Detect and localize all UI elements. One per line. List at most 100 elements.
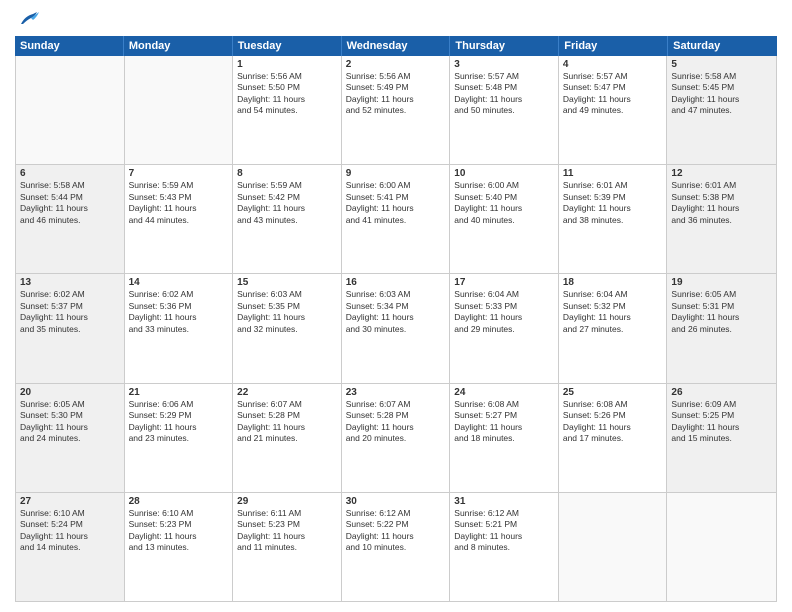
day-number: 19 [671, 277, 772, 288]
calendar: SundayMondayTuesdayWednesdayThursdayFrid… [15, 36, 777, 602]
day-number: 28 [129, 496, 229, 507]
calendar-day-cell: 7Sunrise: 5:59 AMSunset: 5:43 PMDaylight… [125, 165, 234, 273]
day-number: 17 [454, 277, 554, 288]
calendar-day-cell: 16Sunrise: 6:03 AMSunset: 5:34 PMDayligh… [342, 274, 451, 382]
day-number: 27 [20, 496, 120, 507]
calendar-header-cell: Tuesday [233, 36, 342, 56]
day-info: Sunrise: 5:59 AMSunset: 5:42 PMDaylight:… [237, 180, 337, 226]
calendar-day-cell: 1Sunrise: 5:56 AMSunset: 5:50 PMDaylight… [233, 56, 342, 164]
day-number: 13 [20, 277, 120, 288]
calendar-day-cell: 28Sunrise: 6:10 AMSunset: 5:23 PMDayligh… [125, 493, 234, 601]
day-info: Sunrise: 6:05 AMSunset: 5:30 PMDaylight:… [20, 399, 120, 445]
day-info: Sunrise: 6:07 AMSunset: 5:28 PMDaylight:… [346, 399, 446, 445]
calendar-day-cell: 11Sunrise: 6:01 AMSunset: 5:39 PMDayligh… [559, 165, 668, 273]
calendar-week-row: 1Sunrise: 5:56 AMSunset: 5:50 PMDaylight… [16, 56, 776, 165]
calendar-header-cell: Friday [559, 36, 668, 56]
calendar-week-row: 20Sunrise: 6:05 AMSunset: 5:30 PMDayligh… [16, 384, 776, 493]
day-number: 22 [237, 387, 337, 398]
day-number: 7 [129, 168, 229, 179]
day-number: 10 [454, 168, 554, 179]
day-info: Sunrise: 6:00 AMSunset: 5:40 PMDaylight:… [454, 180, 554, 226]
day-info: Sunrise: 6:08 AMSunset: 5:27 PMDaylight:… [454, 399, 554, 445]
calendar-day-cell: 20Sunrise: 6:05 AMSunset: 5:30 PMDayligh… [16, 384, 125, 492]
day-number: 14 [129, 277, 229, 288]
day-info: Sunrise: 5:59 AMSunset: 5:43 PMDaylight:… [129, 180, 229, 226]
day-number: 1 [237, 59, 337, 70]
calendar-day-cell: 26Sunrise: 6:09 AMSunset: 5:25 PMDayligh… [667, 384, 776, 492]
day-info: Sunrise: 6:10 AMSunset: 5:24 PMDaylight:… [20, 508, 120, 554]
day-number: 30 [346, 496, 446, 507]
calendar-day-cell [559, 493, 668, 601]
day-number: 2 [346, 59, 446, 70]
day-number: 23 [346, 387, 446, 398]
calendar-day-cell: 10Sunrise: 6:00 AMSunset: 5:40 PMDayligh… [450, 165, 559, 273]
header [15, 10, 777, 28]
day-info: Sunrise: 6:12 AMSunset: 5:21 PMDaylight:… [454, 508, 554, 554]
calendar-week-row: 27Sunrise: 6:10 AMSunset: 5:24 PMDayligh… [16, 493, 776, 601]
calendar-day-cell [667, 493, 776, 601]
calendar-day-cell: 29Sunrise: 6:11 AMSunset: 5:23 PMDayligh… [233, 493, 342, 601]
day-info: Sunrise: 6:10 AMSunset: 5:23 PMDaylight:… [129, 508, 229, 554]
calendar-day-cell: 4Sunrise: 5:57 AMSunset: 5:47 PMDaylight… [559, 56, 668, 164]
day-info: Sunrise: 6:04 AMSunset: 5:32 PMDaylight:… [563, 289, 663, 335]
day-info: Sunrise: 6:02 AMSunset: 5:36 PMDaylight:… [129, 289, 229, 335]
calendar-day-cell: 25Sunrise: 6:08 AMSunset: 5:26 PMDayligh… [559, 384, 668, 492]
page: SundayMondayTuesdayWednesdayThursdayFrid… [0, 0, 792, 612]
day-number: 25 [563, 387, 663, 398]
calendar-day-cell [125, 56, 234, 164]
calendar-day-cell: 23Sunrise: 6:07 AMSunset: 5:28 PMDayligh… [342, 384, 451, 492]
calendar-day-cell: 27Sunrise: 6:10 AMSunset: 5:24 PMDayligh… [16, 493, 125, 601]
day-info: Sunrise: 5:56 AMSunset: 5:49 PMDaylight:… [346, 71, 446, 117]
day-number: 21 [129, 387, 229, 398]
day-info: Sunrise: 6:01 AMSunset: 5:38 PMDaylight:… [671, 180, 772, 226]
calendar-day-cell: 12Sunrise: 6:01 AMSunset: 5:38 PMDayligh… [667, 165, 776, 273]
day-info: Sunrise: 6:00 AMSunset: 5:41 PMDaylight:… [346, 180, 446, 226]
day-info: Sunrise: 5:57 AMSunset: 5:47 PMDaylight:… [563, 71, 663, 117]
day-number: 5 [671, 59, 772, 70]
logo-bird-icon [17, 10, 39, 28]
calendar-header-cell: Monday [124, 36, 233, 56]
calendar-day-cell: 24Sunrise: 6:08 AMSunset: 5:27 PMDayligh… [450, 384, 559, 492]
logo [15, 10, 41, 28]
day-number: 16 [346, 277, 446, 288]
day-number: 9 [346, 168, 446, 179]
day-info: Sunrise: 6:12 AMSunset: 5:22 PMDaylight:… [346, 508, 446, 554]
calendar-day-cell: 14Sunrise: 6:02 AMSunset: 5:36 PMDayligh… [125, 274, 234, 382]
day-info: Sunrise: 6:11 AMSunset: 5:23 PMDaylight:… [237, 508, 337, 554]
day-number: 15 [237, 277, 337, 288]
calendar-header-cell: Thursday [450, 36, 559, 56]
day-info: Sunrise: 5:57 AMSunset: 5:48 PMDaylight:… [454, 71, 554, 117]
day-number: 11 [563, 168, 663, 179]
calendar-day-cell: 31Sunrise: 6:12 AMSunset: 5:21 PMDayligh… [450, 493, 559, 601]
calendar-day-cell: 5Sunrise: 5:58 AMSunset: 5:45 PMDaylight… [667, 56, 776, 164]
day-number: 31 [454, 496, 554, 507]
calendar-body: 1Sunrise: 5:56 AMSunset: 5:50 PMDaylight… [15, 56, 777, 602]
day-info: Sunrise: 6:05 AMSunset: 5:31 PMDaylight:… [671, 289, 772, 335]
calendar-day-cell: 2Sunrise: 5:56 AMSunset: 5:49 PMDaylight… [342, 56, 451, 164]
calendar-day-cell: 18Sunrise: 6:04 AMSunset: 5:32 PMDayligh… [559, 274, 668, 382]
calendar-header-cell: Wednesday [342, 36, 451, 56]
day-info: Sunrise: 5:58 AMSunset: 5:44 PMDaylight:… [20, 180, 120, 226]
calendar-day-cell: 21Sunrise: 6:06 AMSunset: 5:29 PMDayligh… [125, 384, 234, 492]
day-info: Sunrise: 6:02 AMSunset: 5:37 PMDaylight:… [20, 289, 120, 335]
calendar-day-cell: 22Sunrise: 6:07 AMSunset: 5:28 PMDayligh… [233, 384, 342, 492]
day-number: 20 [20, 387, 120, 398]
day-info: Sunrise: 6:03 AMSunset: 5:34 PMDaylight:… [346, 289, 446, 335]
calendar-header-cell: Sunday [15, 36, 124, 56]
day-info: Sunrise: 6:07 AMSunset: 5:28 PMDaylight:… [237, 399, 337, 445]
day-number: 12 [671, 168, 772, 179]
day-number: 29 [237, 496, 337, 507]
day-number: 18 [563, 277, 663, 288]
day-info: Sunrise: 6:01 AMSunset: 5:39 PMDaylight:… [563, 180, 663, 226]
calendar-header-cell: Saturday [668, 36, 777, 56]
calendar-header: SundayMondayTuesdayWednesdayThursdayFrid… [15, 36, 777, 56]
day-number: 4 [563, 59, 663, 70]
calendar-day-cell: 15Sunrise: 6:03 AMSunset: 5:35 PMDayligh… [233, 274, 342, 382]
calendar-week-row: 13Sunrise: 6:02 AMSunset: 5:37 PMDayligh… [16, 274, 776, 383]
day-number: 3 [454, 59, 554, 70]
day-info: Sunrise: 6:08 AMSunset: 5:26 PMDaylight:… [563, 399, 663, 445]
calendar-day-cell [16, 56, 125, 164]
calendar-day-cell: 8Sunrise: 5:59 AMSunset: 5:42 PMDaylight… [233, 165, 342, 273]
calendar-day-cell: 30Sunrise: 6:12 AMSunset: 5:22 PMDayligh… [342, 493, 451, 601]
calendar-day-cell: 19Sunrise: 6:05 AMSunset: 5:31 PMDayligh… [667, 274, 776, 382]
